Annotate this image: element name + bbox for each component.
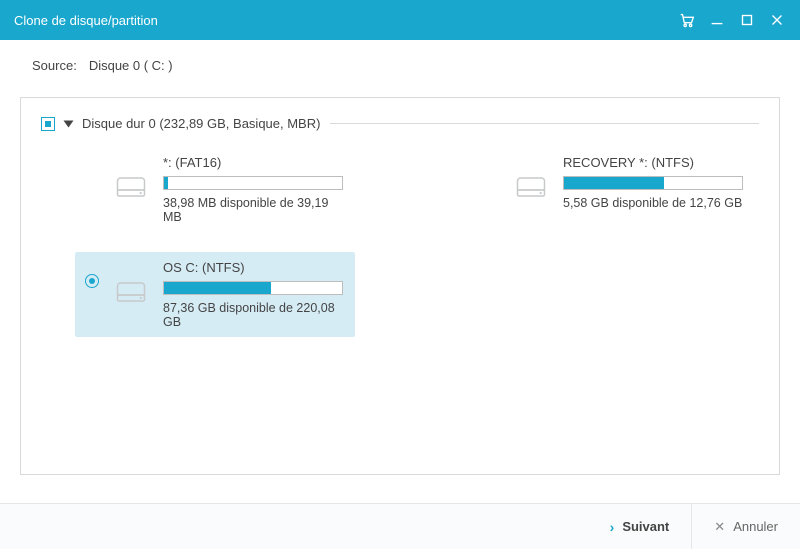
partition-radio[interactable] [85, 274, 99, 288]
drive-icon [113, 278, 149, 306]
window-title: Clone de disque/partition [14, 13, 678, 28]
source-value: Disque 0 ( C: ) [89, 58, 173, 73]
source-label: Source: [32, 58, 77, 73]
partition-title: RECOVERY *: (NTFS) [563, 155, 745, 170]
minimize-button[interactable] [708, 11, 726, 29]
close-icon: ✕ [714, 519, 725, 535]
usage-bar [563, 176, 743, 190]
partition-item[interactable]: RECOVERY *: (NTFS) 5,58 GB disponible de … [475, 147, 755, 232]
cancel-button[interactable]: ✕ Annuler [691, 504, 800, 549]
partition-title: *: (FAT16) [163, 155, 345, 170]
cart-icon[interactable] [678, 11, 696, 29]
drive-icon [513, 173, 549, 201]
partition-subtitle: 38,98 MB disponible de 39,19 MB [163, 196, 345, 224]
source-row: Source: Disque 0 ( C: ) [0, 40, 800, 83]
title-bar: Clone de disque/partition [0, 0, 800, 40]
drive-icon [113, 173, 149, 201]
disk-title: Disque dur 0 (232,89 GB, Basique, MBR) [82, 116, 320, 131]
partition-item[interactable]: *: (FAT16) 38,98 MB disponible de 39,19 M… [75, 147, 355, 232]
divider [330, 123, 759, 124]
partition-item[interactable]: OS C: (NTFS) 87,36 GB disponible de 220,0… [75, 252, 355, 337]
partition-subtitle: 87,36 GB disponible de 220,08 GB [163, 301, 345, 329]
cancel-label: Annuler [733, 519, 778, 534]
disk-checkbox[interactable] [41, 117, 55, 131]
chevron-right-icon: › [610, 519, 615, 535]
disk-group-header[interactable]: Disque dur 0 (232,89 GB, Basique, MBR) [41, 116, 759, 131]
usage-bar [163, 176, 343, 190]
usage-bar [163, 281, 343, 295]
footer: › Suivant ✕ Annuler [0, 503, 800, 549]
partition-title: OS C: (NTFS) [163, 260, 345, 275]
close-button[interactable] [768, 11, 786, 29]
collapse-icon[interactable] [64, 120, 74, 127]
partition-subtitle: 5,58 GB disponible de 12,76 GB [563, 196, 745, 210]
next-button[interactable]: › Suivant [588, 504, 692, 549]
window-controls [678, 11, 786, 29]
partitions-container: *: (FAT16) 38,98 MB disponible de 39,19 M… [41, 147, 759, 337]
maximize-button[interactable] [738, 11, 756, 29]
disk-panel: Disque dur 0 (232,89 GB, Basique, MBR) *… [20, 97, 780, 475]
next-label: Suivant [622, 519, 669, 534]
